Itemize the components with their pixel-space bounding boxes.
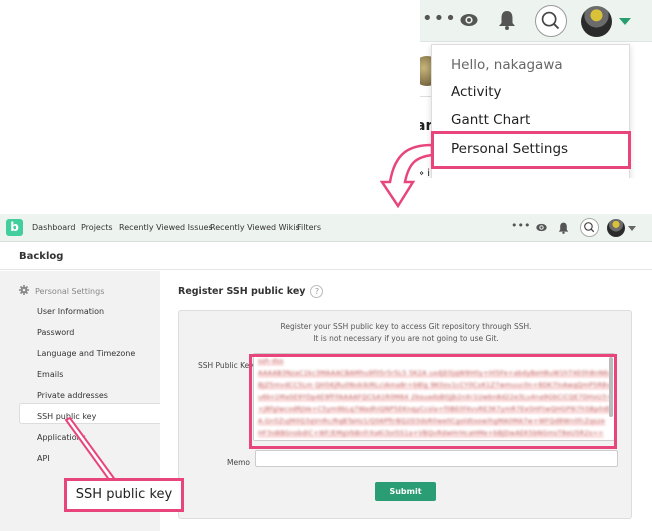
memo-label: Memo xyxy=(227,458,250,467)
global-nav: b Dashboard Projects Recently Viewed Iss… xyxy=(0,214,652,242)
sidebar-item-emails[interactable]: Emails xyxy=(37,370,63,379)
sidebar-item-language-timezone[interactable]: Language and Timezone xyxy=(37,349,135,358)
submit-button[interactable]: Submit xyxy=(375,482,436,501)
curved-arrow-annotation xyxy=(379,143,434,209)
nav-recently-viewed-issues[interactable]: Recently Viewed Issues xyxy=(119,223,213,232)
space-title[interactable]: Backlog xyxy=(19,251,63,262)
sidebar-section-personal-settings: Personal Settings xyxy=(19,285,104,296)
nav-dashboard[interactable]: Dashboard xyxy=(32,223,75,232)
description-line: Register your SSH public key to access G… xyxy=(280,322,532,331)
ssh-public-key-callout: SSH public key xyxy=(64,478,184,512)
search-button[interactable] xyxy=(535,5,567,37)
space-header: Backlog xyxy=(0,243,652,270)
notification-bell-icon[interactable] xyxy=(558,222,569,234)
menu-item-gantt-chart[interactable]: Gantt Chart xyxy=(451,112,530,128)
nav-recently-viewed-wikis[interactable]: Recently Viewed Wikis xyxy=(210,223,300,232)
nav-filters[interactable]: Filters xyxy=(297,223,321,232)
notification-bell-icon[interactable] xyxy=(498,10,516,30)
sidebar-item-password[interactable]: Password xyxy=(37,328,74,337)
memo-input[interactable] xyxy=(255,450,618,467)
ssh-key-highlight xyxy=(249,354,617,449)
user-avatar[interactable] xyxy=(581,6,612,37)
sidebar-section-label: Personal Settings xyxy=(35,287,105,296)
search-button[interactable] xyxy=(580,218,599,237)
backlog-logo[interactable]: b xyxy=(6,219,23,236)
menu-item-activity[interactable]: Activity xyxy=(451,84,502,100)
sidebar-item-private-addresses[interactable]: Private addresses xyxy=(37,391,108,400)
sidebar-item-applications[interactable]: Applications xyxy=(37,433,86,442)
caret-down-icon[interactable] xyxy=(628,226,636,231)
personal-settings-highlight xyxy=(431,131,631,169)
caret-down-icon[interactable] xyxy=(619,18,631,25)
ssh-key-label: SSH Public Key xyxy=(198,361,254,370)
user-greeting: Hello, nakagawa xyxy=(451,57,563,73)
search-icon xyxy=(584,222,595,233)
more-dots-icon[interactable]: ••• xyxy=(422,10,457,28)
more-dots-icon[interactable]: ••• xyxy=(511,219,530,232)
page-title: Register SSH public key? xyxy=(178,285,324,298)
nav-projects[interactable]: Projects xyxy=(81,223,113,232)
sidebar-item-user-information[interactable]: User Information xyxy=(37,307,104,316)
description-line: It is not necessary if you are not going… xyxy=(313,334,499,343)
search-icon xyxy=(541,11,560,30)
gear-icon xyxy=(19,285,29,295)
sidebar-item-ssh-public-key[interactable]: SSH public key xyxy=(37,412,96,421)
watch-eye-icon[interactable] xyxy=(460,13,478,27)
sidebar-item-api[interactable]: API xyxy=(37,454,50,463)
top-global-bar: ••• xyxy=(420,0,652,42)
watch-eye-icon[interactable] xyxy=(536,223,547,232)
page-title-text: Register SSH public key xyxy=(178,286,306,297)
help-icon[interactable]: ? xyxy=(310,285,324,298)
user-avatar[interactable] xyxy=(607,219,625,237)
form-description: Register your SSH public key to access G… xyxy=(179,321,633,345)
